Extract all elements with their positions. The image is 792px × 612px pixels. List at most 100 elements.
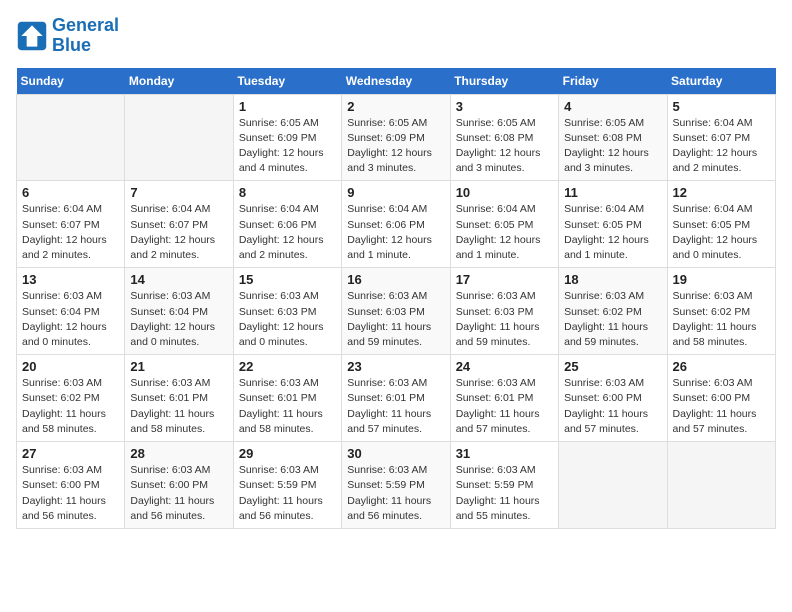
day-cell: 4Sunrise: 6:05 AM Sunset: 6:08 PM Daylig… [559,94,667,181]
day-cell [667,442,775,529]
day-cell: 11 Sunrise: 6:04 AM Sunset: 6:05 PM Dayli… [559,181,667,268]
day-info: Sunrise: 6:03 AM Sunset: 6:01 PM Dayligh… [239,376,336,437]
day-cell [125,94,233,181]
day-cell: 7Sunrise: 6:04 AM Sunset: 6:07 PM Daylig… [125,181,233,268]
day-info: Sunrise: 6:03 AM Sunset: 5:59 PM Dayligh… [456,463,553,524]
day-cell: 9 Sunrise: 6:04 AM Sunset: 6:06 PM Daylig… [342,181,450,268]
day-cell: 3 Sunrise: 6:05 AM Sunset: 6:08 PM Daylig… [450,94,558,181]
day-cell: 10Sunrise: 6:04 AM Sunset: 6:05 PM Dayli… [450,181,558,268]
day-info: Sunrise: 6:03 AM Sunset: 6:00 PM Dayligh… [673,376,770,437]
day-number: 22 [239,359,336,374]
day-number: 29 [239,446,336,461]
day-info: Sunrise: 6:04 AM Sunset: 6:07 PM Dayligh… [22,202,119,263]
day-number: 24 [456,359,553,374]
day-info: Sunrise: 6:03 AM Sunset: 5:59 PM Dayligh… [347,463,444,524]
calendar-header: SundayMondayTuesdayWednesdayThursdayFrid… [17,68,776,95]
day-cell: 16 Sunrise: 6:03 AM Sunset: 6:03 PM Dayli… [342,268,450,355]
day-info: Sunrise: 6:03 AM Sunset: 6:02 PM Dayligh… [22,376,119,437]
logo-icon [16,20,48,52]
day-info: Sunrise: 6:04 AM Sunset: 6:05 PM Dayligh… [673,202,770,263]
day-cell: 12 Sunrise: 6:04 AM Sunset: 6:05 PM Dayli… [667,181,775,268]
logo: General Blue [16,16,119,56]
day-info: Sunrise: 6:03 AM Sunset: 6:04 PM Dayligh… [130,289,227,350]
day-info: Sunrise: 6:03 AM Sunset: 6:03 PM Dayligh… [456,289,553,350]
day-info: Sunrise: 6:03 AM Sunset: 6:00 PM Dayligh… [22,463,119,524]
day-info: Sunrise: 6:05 AM Sunset: 6:09 PM Dayligh… [239,116,336,177]
day-number: 27 [22,446,119,461]
day-info: Sunrise: 6:03 AM Sunset: 6:03 PM Dayligh… [347,289,444,350]
day-number: 20 [22,359,119,374]
day-cell: 8 Sunrise: 6:04 AM Sunset: 6:06 PM Daylig… [233,181,341,268]
day-info: Sunrise: 6:05 AM Sunset: 6:08 PM Dayligh… [456,116,553,177]
day-cell: 1 Sunrise: 6:05 AM Sunset: 6:09 PM Daylig… [233,94,341,181]
page-header: General Blue [16,16,776,56]
day-info: Sunrise: 6:03 AM Sunset: 6:04 PM Dayligh… [22,289,119,350]
day-cell: 24 Sunrise: 6:03 AM Sunset: 6:01 PM Dayli… [450,355,558,442]
day-info: Sunrise: 6:03 AM Sunset: 6:00 PM Dayligh… [130,463,227,524]
day-cell: 14 Sunrise: 6:03 AM Sunset: 6:04 PM Dayli… [125,268,233,355]
day-number: 18 [564,272,661,287]
day-info: Sunrise: 6:03 AM Sunset: 6:01 PM Dayligh… [347,376,444,437]
day-number: 23 [347,359,444,374]
day-number: 15 [239,272,336,287]
day-cell [17,94,125,181]
week-row-2: 6 Sunrise: 6:04 AM Sunset: 6:07 PM Daylig… [17,181,776,268]
day-cell: 22 Sunrise: 6:03 AM Sunset: 6:01 PM Dayli… [233,355,341,442]
logo-text: General Blue [52,16,119,56]
day-number: 12 [673,185,770,200]
day-number: 11 [564,185,661,200]
day-cell: 17 Sunrise: 6:03 AM Sunset: 6:03 PM Dayli… [450,268,558,355]
day-cell: 27 Sunrise: 6:03 AM Sunset: 6:00 PM Dayli… [17,442,125,529]
day-cell [559,442,667,529]
day-info: Sunrise: 6:03 AM Sunset: 6:01 PM Dayligh… [130,376,227,437]
day-info: Sunrise: 6:05 AM Sunset: 6:08 PM Dayligh… [564,116,661,177]
day-cell: 30 Sunrise: 6:03 AM Sunset: 5:59 PM Dayli… [342,442,450,529]
day-cell: 6 Sunrise: 6:04 AM Sunset: 6:07 PM Daylig… [17,181,125,268]
day-number: 21 [130,359,227,374]
calendar-table: SundayMondayTuesdayWednesdayThursdayFrid… [16,68,776,529]
day-info: Sunrise: 6:04 AM Sunset: 6:06 PM Dayligh… [347,202,444,263]
day-cell: 20 Sunrise: 6:03 AM Sunset: 6:02 PM Dayli… [17,355,125,442]
day-number: 5 [673,99,770,114]
day-number: 9 [347,185,444,200]
header-cell-saturday: Saturday [667,68,775,95]
day-number: 25 [564,359,661,374]
day-number: 2 [347,99,444,114]
day-number: 8 [239,185,336,200]
day-number: 31 [456,446,553,461]
day-info: Sunrise: 6:04 AM Sunset: 6:05 PM Dayligh… [564,202,661,263]
day-info: Sunrise: 6:03 AM Sunset: 6:00 PM Dayligh… [564,376,661,437]
day-cell: 2 Sunrise: 6:05 AM Sunset: 6:09 PM Daylig… [342,94,450,181]
day-info: Sunrise: 6:03 AM Sunset: 6:02 PM Dayligh… [673,289,770,350]
day-info: Sunrise: 6:03 AM Sunset: 5:59 PM Dayligh… [239,463,336,524]
week-row-1: 1 Sunrise: 6:05 AM Sunset: 6:09 PM Daylig… [17,94,776,181]
day-cell: 21 Sunrise: 6:03 AM Sunset: 6:01 PM Dayli… [125,355,233,442]
day-info: Sunrise: 6:03 AM Sunset: 6:02 PM Dayligh… [564,289,661,350]
day-info: Sunrise: 6:04 AM Sunset: 6:07 PM Dayligh… [673,116,770,177]
day-cell: 15Sunrise: 6:03 AM Sunset: 6:03 PM Dayli… [233,268,341,355]
day-number: 17 [456,272,553,287]
day-number: 6 [22,185,119,200]
day-number: 14 [130,272,227,287]
header-cell-sunday: Sunday [17,68,125,95]
day-info: Sunrise: 6:05 AM Sunset: 6:09 PM Dayligh… [347,116,444,177]
day-number: 13 [22,272,119,287]
day-number: 10 [456,185,553,200]
header-row: SundayMondayTuesdayWednesdayThursdayFrid… [17,68,776,95]
day-cell: 13 Sunrise: 6:03 AM Sunset: 6:04 PM Dayli… [17,268,125,355]
day-number: 3 [456,99,553,114]
day-cell: 19 Sunrise: 6:03 AM Sunset: 6:02 PM Dayli… [667,268,775,355]
day-cell: 28Sunrise: 6:03 AM Sunset: 6:00 PM Dayli… [125,442,233,529]
week-row-3: 13 Sunrise: 6:03 AM Sunset: 6:04 PM Dayli… [17,268,776,355]
week-row-4: 20 Sunrise: 6:03 AM Sunset: 6:02 PM Dayli… [17,355,776,442]
day-cell: 5 Sunrise: 6:04 AM Sunset: 6:07 PM Daylig… [667,94,775,181]
calendar-body: 1 Sunrise: 6:05 AM Sunset: 6:09 PM Daylig… [17,94,776,528]
day-cell: 26Sunrise: 6:03 AM Sunset: 6:00 PM Dayli… [667,355,775,442]
day-number: 30 [347,446,444,461]
day-number: 19 [673,272,770,287]
day-info: Sunrise: 6:03 AM Sunset: 6:01 PM Dayligh… [456,376,553,437]
day-cell: 25 Sunrise: 6:03 AM Sunset: 6:00 PM Dayli… [559,355,667,442]
day-number: 1 [239,99,336,114]
day-number: 16 [347,272,444,287]
day-info: Sunrise: 6:04 AM Sunset: 6:06 PM Dayligh… [239,202,336,263]
